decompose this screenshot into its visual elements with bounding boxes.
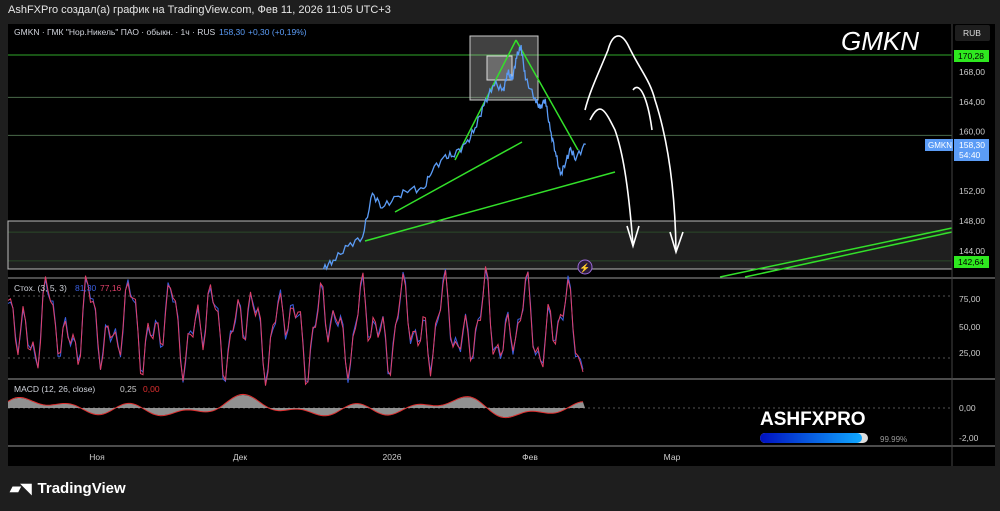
macd-tick: -2,00 xyxy=(959,433,979,443)
stoch-tick: 50,00 xyxy=(959,322,981,332)
time-tick: Ноя xyxy=(89,452,105,462)
stoch-k-value: 81,30 xyxy=(75,283,97,293)
support-zone xyxy=(7,220,953,270)
chart[interactable]: ⚡ GMKN GMKN · ГМК "Нор.Никель" ПАО · обы… xyxy=(0,0,1000,511)
watermark-ticker: GMKN xyxy=(841,26,919,56)
top-zone-inner-box xyxy=(486,55,513,81)
svg-text:GMKN: GMKN xyxy=(928,141,952,150)
svg-text:158,30: 158,30 xyxy=(959,140,985,150)
price-tick: 152,00 xyxy=(959,186,985,196)
stoch-d-value: 77,16 xyxy=(100,283,122,293)
macd-signal-value: 0,00 xyxy=(143,384,160,394)
time-tick: Мар xyxy=(664,452,681,462)
svg-text:142,64: 142,64 xyxy=(958,257,984,267)
macd-label[interactable]: MACD (12, 26, close) xyxy=(14,384,95,394)
time-tick: Дек xyxy=(233,452,247,462)
svg-text:170,28: 170,28 xyxy=(958,51,984,61)
price-tick: 168,00 xyxy=(959,67,985,77)
symbol-title[interactable]: GMKN · ГМК "Нор.Никель" ПАО · обыкн. · 1… xyxy=(14,27,216,37)
time-tick: Фев xyxy=(522,452,538,462)
price-tick: 160,00 xyxy=(959,127,985,137)
stoch-tick: 25,00 xyxy=(959,348,981,358)
brand-name: ASHFXPRO xyxy=(760,409,866,430)
time-tick: 2026 xyxy=(383,452,402,462)
tv-logo-icon: ▰◥ xyxy=(10,480,32,496)
price-tick: 164,00 xyxy=(959,97,985,107)
svg-text:RUB: RUB xyxy=(963,28,981,38)
stoch-tick: 75,00 xyxy=(959,294,981,304)
legend-change: +0,30 (+0,19%) xyxy=(248,27,307,37)
brand-progress-label: 99.99% xyxy=(880,435,907,444)
price-tick: 144,00 xyxy=(959,246,985,256)
tradingview-logo[interactable]: ▰◥ TradingView xyxy=(10,480,126,497)
macd-tick: 0,00 xyxy=(959,403,976,413)
stoch-label[interactable]: Стох. (3, 5, 3) xyxy=(14,283,67,293)
macd-value: 0,25 xyxy=(120,384,137,394)
bar-countdown: 54:40 xyxy=(959,150,981,160)
svg-text:⚡: ⚡ xyxy=(579,262,590,274)
legend-price: 158,30 xyxy=(219,27,245,37)
price-tick: 148,00 xyxy=(959,216,985,226)
brand-progress-fill xyxy=(760,433,862,443)
